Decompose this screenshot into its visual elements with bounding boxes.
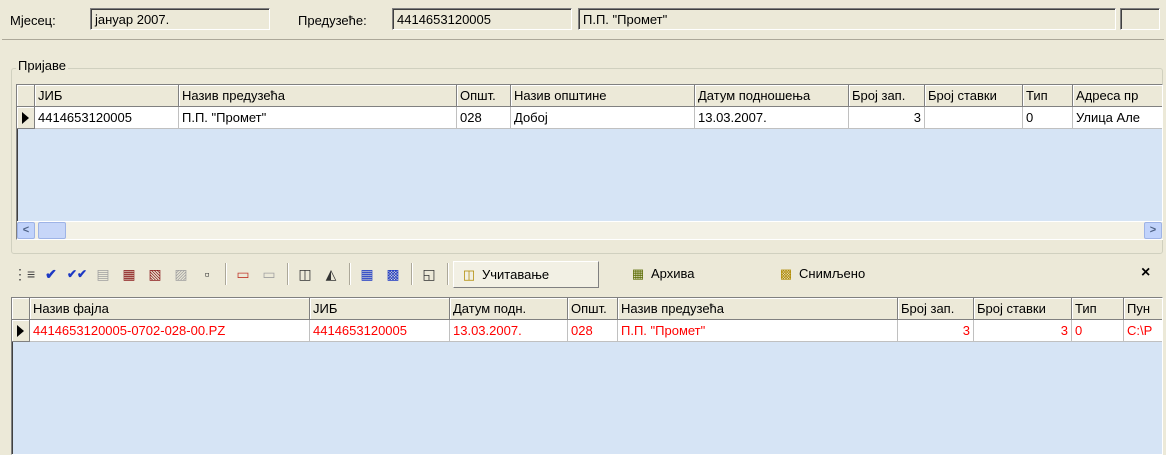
- row-indicator-header: [12, 298, 30, 320]
- table-row[interactable]: 4414653120005-0702-028-00.PZ 44146531200…: [12, 320, 1162, 342]
- paste-doc-icon[interactable]: ◭: [321, 264, 341, 284]
- extra-field[interactable]: [1120, 8, 1160, 30]
- header-bar: Мјесец: јануар 2007. Предузеће: 44146531…: [2, 2, 1164, 40]
- load-button[interactable]: ◫ Учитавање: [453, 261, 599, 288]
- load-button-label: Учитавање: [482, 267, 550, 282]
- col-header-municipality-name[interactable]: Назив општине: [511, 85, 695, 107]
- window-icon[interactable]: ▩: [383, 264, 403, 284]
- cell-item-count[interactable]: [925, 107, 1023, 129]
- company-label: Предузеће:: [298, 13, 367, 28]
- company-name-field[interactable]: П.П. "Промет": [578, 8, 1116, 30]
- toolbar: ⋮≡ ✔ ✔✔ ▤ ▦ ▧ ▨ ▫ ▭ ▭ ◫ ◭ ▦ ▩ ◱ ◫ Учитава…: [11, 258, 1163, 290]
- toolbar-separator: [225, 263, 227, 285]
- col-header-company-name[interactable]: Назив предузећа: [179, 85, 457, 107]
- copy-folder-icon[interactable]: ◱: [419, 264, 439, 284]
- cell-municipality-name[interactable]: Добој: [511, 107, 695, 129]
- cell-municipality-code[interactable]: 028: [457, 107, 511, 129]
- registrations-group-title: Пријаве: [16, 58, 68, 73]
- col-header-type[interactable]: Тип: [1023, 85, 1073, 107]
- registrations-header-row: ЈИБ Назив предузећа Општ. Назив општине …: [17, 85, 1162, 107]
- move-doc-icon[interactable]: ▭: [233, 264, 253, 284]
- cell-jib[interactable]: 4414653120005: [310, 320, 450, 342]
- saved-button-label: Снимљено: [799, 266, 866, 281]
- cell-submission-date[interactable]: 13.03.2007.: [450, 320, 568, 342]
- col-header-record-count[interactable]: Број зап.: [898, 298, 974, 320]
- scroll-thumb[interactable]: [38, 222, 66, 239]
- saved-folder-icon: ▩: [779, 266, 793, 281]
- grid-empty-area: [18, 129, 1162, 221]
- cell-jib[interactable]: 4414653120005: [35, 107, 179, 129]
- col-header-file-name[interactable]: Назив фајла: [30, 298, 310, 320]
- grid-empty-area: [13, 342, 1162, 454]
- col-header-record-count[interactable]: Број зап.: [849, 85, 925, 107]
- archive-icon: ▦: [631, 266, 645, 281]
- check-all-icon[interactable]: ✔✔: [67, 264, 87, 284]
- row-indicator-arrow-icon: [17, 107, 35, 129]
- cell-record-count[interactable]: 3: [898, 320, 974, 342]
- registrations-grid[interactable]: ЈИБ Назив предузећа Општ. Назив општине …: [16, 84, 1163, 240]
- cell-full-path[interactable]: C:\P: [1124, 320, 1162, 342]
- import-disabled-icon: ▤: [96, 266, 110, 282]
- row-indicator-arrow-icon: [12, 320, 30, 342]
- archive-button[interactable]: ▦ Архива: [623, 261, 747, 288]
- col-header-item-count[interactable]: Број ставки: [925, 85, 1023, 107]
- col-header-jib[interactable]: ЈИБ: [35, 85, 179, 107]
- cell-item-count[interactable]: 3: [974, 320, 1072, 342]
- toolbar-separator: [411, 263, 413, 285]
- col-header-address[interactable]: Адреса пр: [1073, 85, 1162, 107]
- delete-doc-icon[interactable]: ▦: [119, 264, 139, 284]
- col-header-submission-date[interactable]: Датум подн.: [450, 298, 568, 320]
- cell-submission-date[interactable]: 13.03.2007.: [695, 107, 849, 129]
- column-list-icon[interactable]: ⋮≡: [13, 264, 35, 284]
- cell-address[interactable]: Улица Але: [1073, 107, 1162, 129]
- col-header-submission-date[interactable]: Датум подношења: [695, 85, 849, 107]
- cell-type[interactable]: 0: [1023, 107, 1073, 129]
- table-row[interactable]: 4414653120005 П.П. "Промет" 028 Добој 13…: [17, 107, 1162, 129]
- company-id-field[interactable]: 4414653120005: [392, 8, 572, 30]
- registrations-hscrollbar[interactable]: < >: [17, 221, 1163, 239]
- toolbar-separator: [349, 263, 351, 285]
- month-label: Мјесец:: [10, 13, 56, 28]
- col-header-item-count[interactable]: Број ставки: [974, 298, 1072, 320]
- calendar-icon[interactable]: ▦: [357, 264, 377, 284]
- row-indicator-header: [17, 85, 35, 107]
- copy-doc-icon[interactable]: ◫: [295, 264, 315, 284]
- saved-button[interactable]: ▩ Снимљено: [771, 261, 911, 288]
- col-header-jib[interactable]: ЈИБ: [310, 298, 450, 320]
- col-header-full-path[interactable]: Пун: [1124, 298, 1162, 320]
- scroll-left-icon[interactable]: <: [17, 222, 35, 239]
- cell-record-count[interactable]: 3: [849, 107, 925, 129]
- cell-file-name[interactable]: 4414653120005-0702-028-00.PZ: [30, 320, 310, 342]
- close-icon[interactable]: ×: [1141, 264, 1150, 282]
- cell-type[interactable]: 0: [1072, 320, 1124, 342]
- export-disabled-icon: ▨: [174, 266, 188, 282]
- export-doc-icon[interactable]: ▧: [145, 264, 165, 284]
- col-header-municipality-code[interactable]: Општ.: [568, 298, 618, 320]
- col-header-type[interactable]: Тип: [1072, 298, 1124, 320]
- files-header-row: Назив фајла ЈИБ Датум подн. Општ. Назив …: [12, 298, 1162, 320]
- month-field[interactable]: јануар 2007.: [90, 8, 270, 30]
- col-header-company-name[interactable]: Назив предузећа: [618, 298, 898, 320]
- toolbar-separator: [447, 263, 449, 285]
- files-grid[interactable]: Назив фајла ЈИБ Датум подн. Општ. Назив …: [11, 297, 1163, 455]
- report-icon[interactable]: ▫: [197, 264, 217, 284]
- cell-company-name[interactable]: П.П. "Промет": [179, 107, 457, 129]
- cell-company-name[interactable]: П.П. "Промет": [618, 320, 898, 342]
- toolbar-separator: [287, 263, 289, 285]
- cell-municipality-code[interactable]: 028: [568, 320, 618, 342]
- archive-button-label: Архива: [651, 266, 695, 281]
- check-icon[interactable]: ✔: [41, 264, 61, 284]
- folder-open-icon: ◫: [462, 267, 476, 282]
- move-disabled-icon: ▭: [262, 266, 276, 282]
- col-header-municipality-code[interactable]: Општ.: [457, 85, 511, 107]
- scroll-right-icon[interactable]: >: [1144, 222, 1162, 239]
